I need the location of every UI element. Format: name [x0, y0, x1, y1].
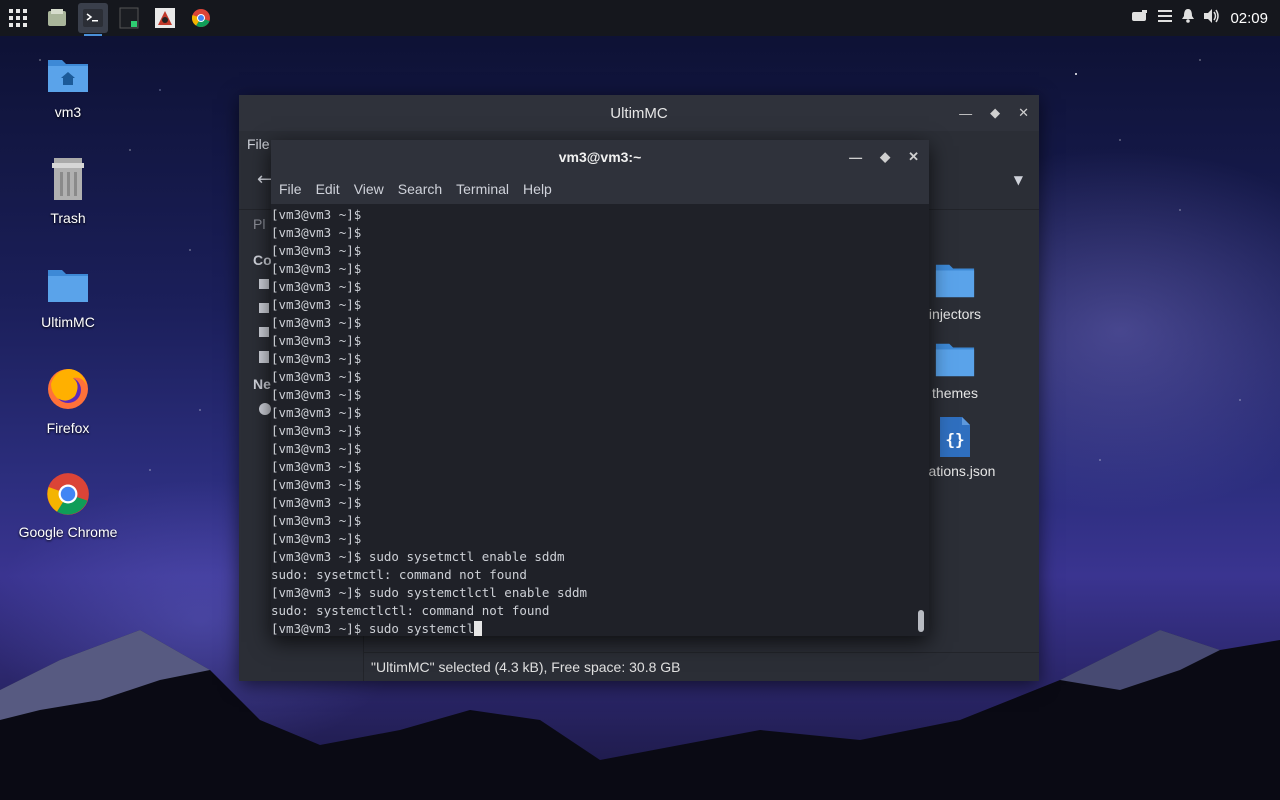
json-file-icon: {} [940, 417, 970, 457]
menu-file[interactable]: File [279, 181, 302, 197]
terminal-line: [vm3@vm3 ~]$ [271, 423, 362, 438]
terminal-line: [vm3@vm3 ~]$ sudo sysetmctl enable sddm [271, 549, 565, 564]
scrollbar-thumb[interactable] [918, 610, 924, 632]
network-icon[interactable] [259, 403, 271, 415]
terminal-line: [vm3@vm3 ~]$ [271, 315, 362, 330]
desktop-icon-label: Firefox [46, 420, 90, 436]
desktop-icon-firefox[interactable]: Firefox [8, 366, 128, 436]
trash-small-icon[interactable] [259, 351, 269, 363]
desktop-icon-trash[interactable]: Trash [8, 156, 128, 226]
terminal-input-text: [vm3@vm3 ~]$ sudo systemctl [271, 621, 475, 636]
top-panel: 02:09 [0, 0, 1280, 36]
desktop-icon[interactable] [259, 303, 269, 313]
home-icon[interactable] [259, 279, 269, 289]
maximize-icon[interactable]: ◆ [990, 105, 1000, 121]
folder-icon [48, 270, 88, 302]
terminal-line: [vm3@vm3 ~]$ [271, 225, 362, 240]
file-label: injectors [928, 306, 982, 322]
terminal-line: [vm3@vm3 ~]$ sudo systemctlctl enable sd… [271, 585, 588, 600]
desktop-icon-ultimmc[interactable]: UltimMC [8, 262, 128, 330]
close-icon[interactable]: ✕ [908, 149, 919, 165]
draw-app-task-icon[interactable] [150, 3, 180, 33]
terminal-line: [vm3@vm3 ~]$ [271, 333, 362, 348]
status-bar: "UltimMC" selected (4.3 kB), Free space:… [363, 652, 1039, 681]
terminal-titlebar[interactable]: vm3@vm3:~ — ◆ ✕ [271, 140, 929, 174]
clock[interactable]: 02:09 [1230, 10, 1268, 27]
desktop-icon-label: vm3 [54, 104, 82, 120]
app-grid-icon[interactable] [0, 0, 36, 36]
terminal-line: [vm3@vm3 ~]$ [271, 531, 362, 546]
terminal-task-icon[interactable] [78, 3, 108, 36]
chrome-task-icon[interactable] [186, 3, 216, 33]
svg-text:{}: {} [945, 430, 964, 449]
terminal-line: [vm3@vm3 ~]$ [271, 279, 362, 294]
terminal-line: [vm3@vm3 ~]$ [271, 495, 362, 510]
terminal-line: [vm3@vm3 ~]$ [271, 405, 362, 420]
terminal-line: sudo: sysetmctl: command not found [271, 567, 527, 582]
menu-view[interactable]: View [354, 181, 384, 197]
sidebar-section-network: Ne [253, 376, 271, 392]
desktop-icon-google-chrome[interactable]: Google Chrome [8, 472, 128, 540]
terminal-line: [vm3@vm3 ~]$ [271, 243, 362, 258]
desktop-icon-label: Trash [50, 210, 86, 226]
menu-search[interactable]: Search [398, 181, 442, 197]
desktop-icon-label: UltimMC [41, 314, 95, 330]
file-label: themes [932, 385, 978, 401]
terminal-line: [vm3@vm3 ~]$ [271, 513, 362, 528]
minimize-icon[interactable]: — [849, 150, 862, 165]
terminal-line: [vm3@vm3 ~]$ [271, 351, 362, 366]
keyboard-icon[interactable] [1132, 10, 1148, 26]
terminal-line: [vm3@vm3 ~]$ [271, 207, 362, 222]
window-title: vm3@vm3:~ [558, 149, 642, 165]
notification-bell-icon[interactable] [1182, 9, 1195, 27]
menu-help[interactable]: Help [523, 181, 552, 197]
file-manager-titlebar[interactable]: UltimMC — ◆ ✕ [239, 95, 1039, 131]
terminal-output[interactable]: [vm3@vm3 ~]$ [vm3@vm3 ~]$ [vm3@vm3 ~]$ [vm3… [271, 204, 915, 636]
home-folder-icon [48, 60, 88, 92]
menu-edit[interactable]: Edit [316, 181, 340, 197]
places-search-field[interactable]: Pl [253, 216, 265, 232]
terminal-line: [vm3@vm3 ~]$ [271, 441, 362, 456]
window-title: UltimMC [610, 104, 668, 122]
terminal-current-line[interactable]: [vm3@vm3 ~]$ sudo systemctl [271, 620, 915, 636]
terminal-line: [vm3@vm3 ~]$ [271, 261, 362, 276]
menu-file[interactable]: File [247, 136, 270, 152]
text-cursor [474, 621, 483, 636]
desktop-icon-vm3[interactable]: vm3 [8, 52, 128, 120]
terminal-line: [vm3@vm3 ~]$ [271, 477, 362, 492]
back-arrow-icon[interactable]: ← [257, 169, 272, 190]
desktop-icon-label: Google Chrome [18, 524, 118, 540]
terminal-window: vm3@vm3:~ — ◆ ✕ File Edit View Search Te… [271, 140, 929, 636]
chrome-icon [47, 473, 89, 515]
file-manager-task-icon[interactable] [42, 3, 72, 33]
code-editor-task-icon[interactable] [114, 3, 144, 33]
firefox-icon [48, 369, 88, 409]
sidebar-section-computer: Co [253, 252, 272, 268]
menu-lines-icon[interactable] [1158, 10, 1173, 26]
terminal-line: [vm3@vm3 ~]$ [271, 369, 362, 384]
menu-terminal[interactable]: Terminal [456, 181, 509, 197]
volume-icon[interactable] [1204, 9, 1220, 27]
close-icon[interactable]: ✕ [1018, 105, 1029, 121]
terminal-line: sudo: systemctlctl: command not found [271, 603, 550, 618]
trash-icon [52, 158, 84, 200]
folder-icon [935, 343, 975, 377]
terminal-line: [vm3@vm3 ~]$ [271, 387, 362, 402]
minimize-icon[interactable]: — [959, 106, 972, 121]
terminal-line: [vm3@vm3 ~]$ [271, 459, 362, 474]
terminal-line: [vm3@vm3 ~]$ [271, 297, 362, 312]
maximize-icon[interactable]: ◆ [880, 149, 890, 165]
chevron-down-icon[interactable]: ▼ [1014, 173, 1023, 187]
folder-icon [935, 264, 975, 298]
terminal-menubar: File Edit View Search Terminal Help [271, 174, 929, 204]
drive-icon[interactable] [259, 327, 269, 337]
system-tray: 02:09 [1132, 0, 1268, 36]
